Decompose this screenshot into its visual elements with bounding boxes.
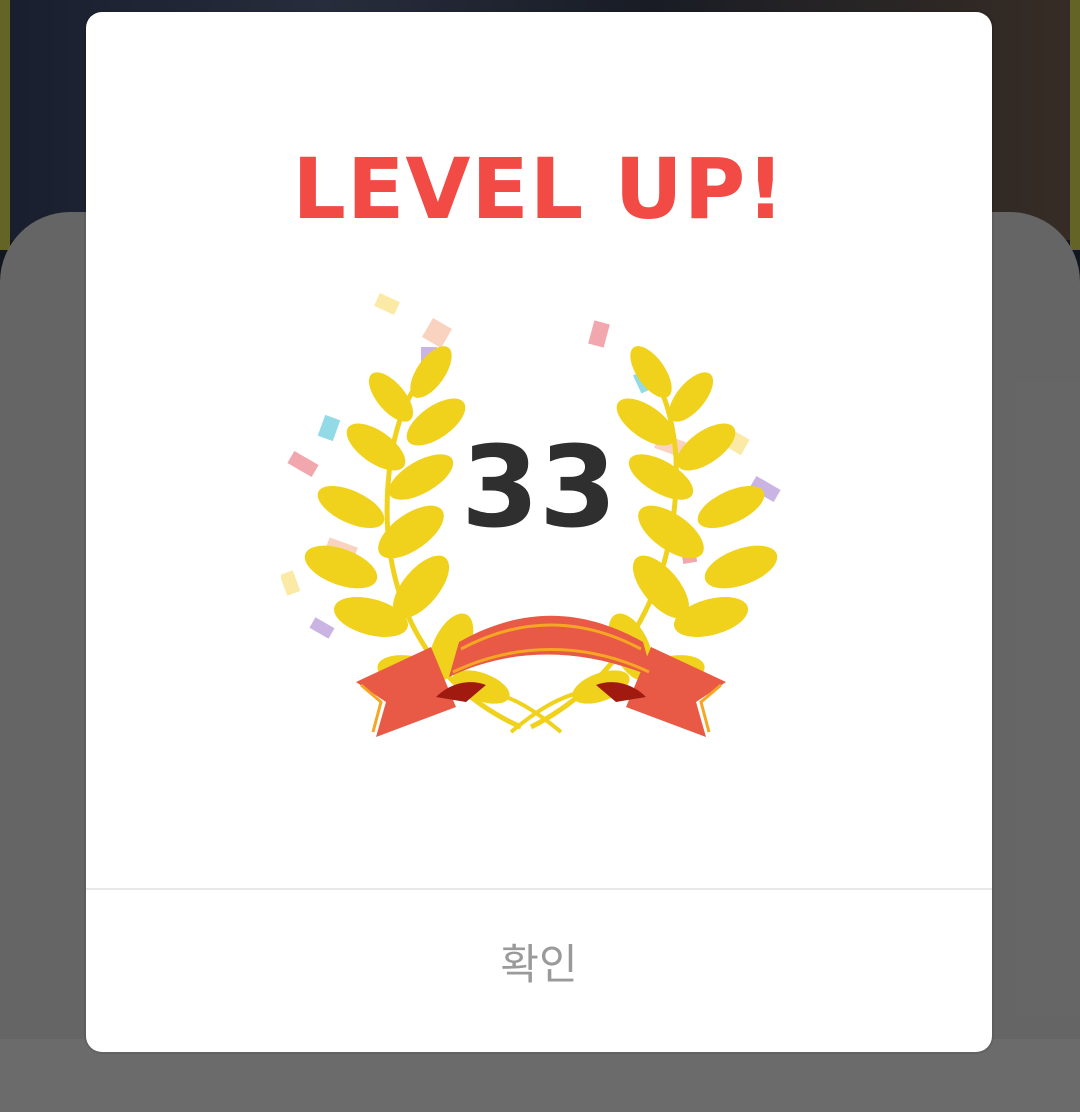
dialog-title: LEVEL UP!: [292, 140, 786, 238]
level-up-dialog: LEVEL UP! 33 확인: [86, 12, 992, 1052]
confirm-button[interactable]: 확인: [86, 890, 992, 1052]
level-number: 33: [461, 423, 617, 553]
confirm-button-label: 확인: [500, 939, 578, 989]
